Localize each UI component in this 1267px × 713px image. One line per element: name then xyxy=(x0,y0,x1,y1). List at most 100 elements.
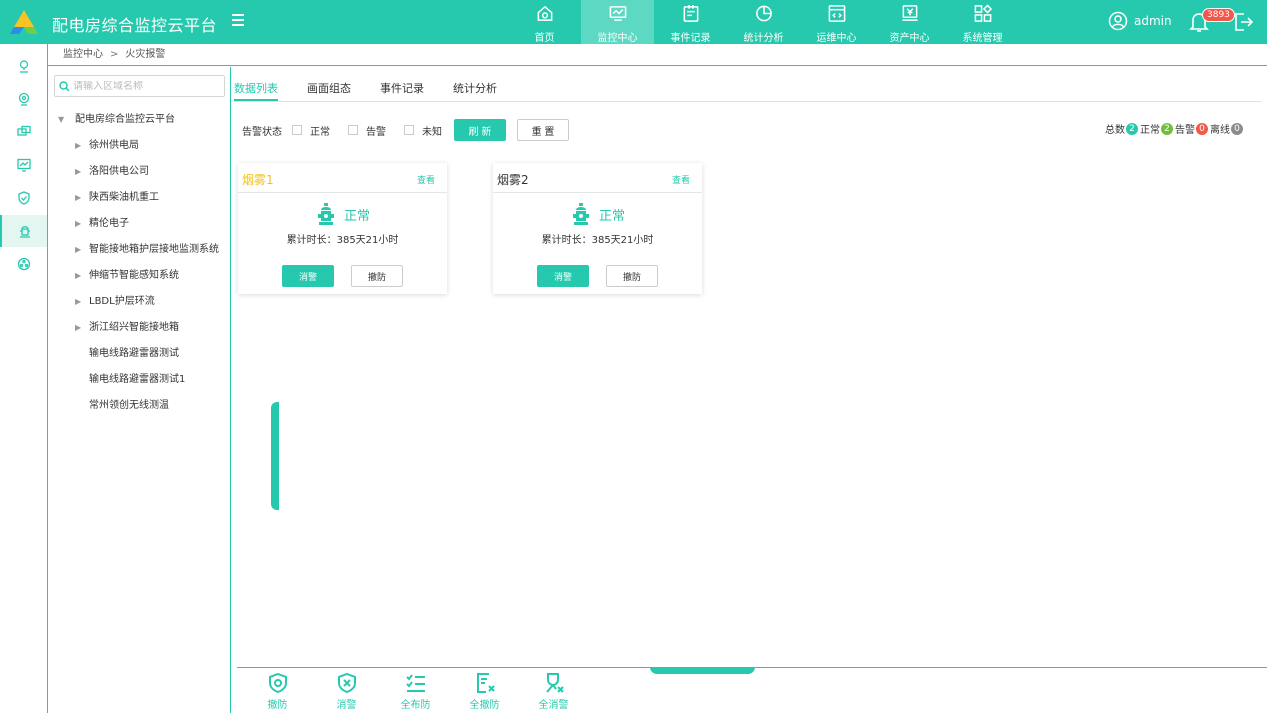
shield-check-icon xyxy=(17,191,30,205)
clear-alarm-button[interactable]: 消警 xyxy=(537,265,589,287)
tab-screen-config[interactable]: 画面组态 xyxy=(307,80,351,101)
tree-node-label: 陕西柴油机重工 xyxy=(89,192,159,203)
rail-item-shield[interactable] xyxy=(0,182,47,214)
view-link[interactable]: 查看 xyxy=(672,173,690,186)
disarm-button[interactable]: 撤防 xyxy=(351,265,403,287)
tree-collapse-handle[interactable] xyxy=(271,402,279,510)
tree-node[interactable]: ▶ 智能接地箱护层接地监测系统 xyxy=(48,237,231,263)
breadcrumb-parent[interactable]: 监控中心 xyxy=(63,49,103,60)
stat-total-badge: 2 xyxy=(1126,122,1138,135)
arm-all-tool[interactable]: 全布防 xyxy=(381,672,450,711)
caret-right-icon[interactable]: ▶ xyxy=(75,289,81,315)
tree-node[interactable]: ▶ 陕西柴油机重工 xyxy=(48,185,231,211)
stat-total-label: 总数 xyxy=(1105,125,1125,136)
tree-node[interactable]: 输电线路避雷器测试1 xyxy=(48,367,231,393)
tree-node-label: 伸缩节智能感知系统 xyxy=(89,270,179,281)
nav-assets-label: 资产中心 xyxy=(889,33,930,44)
clear-all-alarm-tool[interactable]: 全消警 xyxy=(519,672,588,711)
tab-statistics[interactable]: 统计分析 xyxy=(453,80,497,101)
tree-node[interactable]: ▶ 徐州供电局 xyxy=(48,133,231,159)
stat-normal-label: 正常 xyxy=(1140,125,1160,136)
rail-item-location[interactable] xyxy=(0,50,47,82)
tool-label: 消警 xyxy=(336,700,357,711)
caret-right-icon[interactable]: ▶ xyxy=(75,315,81,341)
filter-normal-checkbox[interactable]: 正常 xyxy=(292,123,330,138)
checkbox-label: 正常 xyxy=(310,126,330,138)
view-link[interactable]: 查看 xyxy=(417,173,435,186)
nav-monitor-center[interactable]: 监控中心 xyxy=(581,0,654,44)
tab-event-record[interactable]: 事件记录 xyxy=(380,80,424,101)
alarm-filter-bar: 告警状态 正常 告警 未知 刷 新 重 置 xyxy=(242,119,569,141)
network-icon xyxy=(17,257,30,271)
caret-right-icon[interactable]: ▶ xyxy=(75,211,81,237)
tree-node-root[interactable]: ▼ 配电房综合监控云平台 xyxy=(48,107,231,133)
nav-assets[interactable]: 资产中心 xyxy=(873,0,946,44)
nav-home-label: 首页 xyxy=(534,33,555,44)
nav-operations-label: 运维中心 xyxy=(816,33,857,44)
tab-data-list[interactable]: 数据列表 xyxy=(234,80,278,101)
bottom-panel-handle[interactable] xyxy=(650,667,755,674)
rail-item-fire-alarm[interactable] xyxy=(0,215,47,247)
user-menu[interactable]: admin xyxy=(1108,11,1172,31)
caret-right-icon[interactable]: ▶ xyxy=(75,159,81,185)
caret-right-icon[interactable]: ▶ xyxy=(75,237,81,263)
stat-alarm-badge: 0 xyxy=(1196,122,1208,135)
area-search[interactable] xyxy=(54,75,225,97)
nav-statistics-label: 统计分析 xyxy=(743,33,784,44)
nav-operations[interactable]: 运维中心 xyxy=(800,0,873,44)
refresh-button[interactable]: 刷 新 xyxy=(454,119,506,141)
rail-item-trend[interactable] xyxy=(0,149,47,181)
disarm-all-tool[interactable]: 全撤防 xyxy=(450,672,519,711)
disarm-button[interactable]: 撤防 xyxy=(606,265,658,287)
device-status: 正常 xyxy=(318,203,370,225)
reset-button[interactable]: 重 置 xyxy=(517,119,569,141)
tree-node[interactable]: ▶ 洛阳供电公司 xyxy=(48,159,231,185)
bottom-toolbar: 撤防 消警 全布防 全撤防 全消警 xyxy=(243,672,588,711)
tree-node-label: 徐州供电局 xyxy=(89,140,139,151)
rail-item-screens[interactable] xyxy=(0,116,47,148)
tree-node-label: 浙江绍兴智能接地箱 xyxy=(89,322,179,333)
disarm-tool[interactable]: 撤防 xyxy=(243,672,312,711)
tree-node[interactable]: ▶ 精伦电子 xyxy=(48,211,231,237)
area-search-input[interactable] xyxy=(73,80,213,92)
checkbox-box[interactable] xyxy=(348,125,358,135)
device-status: 正常 xyxy=(573,203,625,225)
device-stats: 总数 2 正常 2 告警 0 离线 0 xyxy=(1105,121,1245,136)
tree-node-label: LBDL护层环流 xyxy=(89,296,155,307)
caret-right-icon[interactable]: ▶ xyxy=(75,263,81,289)
clear-alarm-tool[interactable]: 消警 xyxy=(312,672,381,711)
nav-event-record[interactable]: 事件记录 xyxy=(654,0,727,44)
tree-node[interactable]: 常州领创无线测温 xyxy=(48,393,231,419)
filter-alarm-checkbox[interactable]: 告警 xyxy=(348,123,386,138)
tool-label: 全撤防 xyxy=(469,700,500,711)
filter-unknown-checkbox[interactable]: 未知 xyxy=(404,123,442,138)
caret-down-icon[interactable]: ▼ xyxy=(58,107,64,133)
checkbox-box[interactable] xyxy=(292,125,302,135)
trend-monitor-icon xyxy=(16,158,31,172)
fire-hydrant-icon xyxy=(318,203,334,225)
user-avatar-icon xyxy=(1108,11,1128,31)
logout-icon[interactable] xyxy=(1232,11,1254,33)
grid-settings-icon xyxy=(974,4,992,22)
clear-alarm-shield-icon xyxy=(337,672,356,694)
nav-system[interactable]: 系统管理 xyxy=(946,0,1019,44)
rail-item-network[interactable] xyxy=(0,248,47,280)
tree-node[interactable]: ▶ 伸缩节智能感知系统 xyxy=(48,263,231,289)
tree-node[interactable]: 输电线路避雷器测试 xyxy=(48,341,231,367)
tree-node[interactable]: ▶ LBDL护层环流 xyxy=(48,289,231,315)
clear-alarm-button[interactable]: 消警 xyxy=(282,265,334,287)
tree-node-label: 输电线路避雷器测试 xyxy=(89,348,179,359)
checkbox-box[interactable] xyxy=(404,125,414,135)
caret-right-icon[interactable]: ▶ xyxy=(75,133,81,159)
nav-statistics[interactable]: 统计分析 xyxy=(727,0,800,44)
search-icon xyxy=(59,80,70,92)
breadcrumb: 监控中心 > 火灾报警 xyxy=(48,44,1267,66)
tree-node[interactable]: ▶ 浙江绍兴智能接地箱 xyxy=(48,315,231,341)
caret-right-icon[interactable]: ▶ xyxy=(75,185,81,211)
stat-offline-label: 离线 xyxy=(1210,125,1230,136)
yen-asset-icon xyxy=(901,5,918,21)
left-rail xyxy=(0,44,48,713)
rail-item-camera[interactable] xyxy=(0,83,47,115)
nav-home[interactable]: 首页 xyxy=(508,0,581,44)
menu-toggle-icon[interactable] xyxy=(232,14,244,28)
